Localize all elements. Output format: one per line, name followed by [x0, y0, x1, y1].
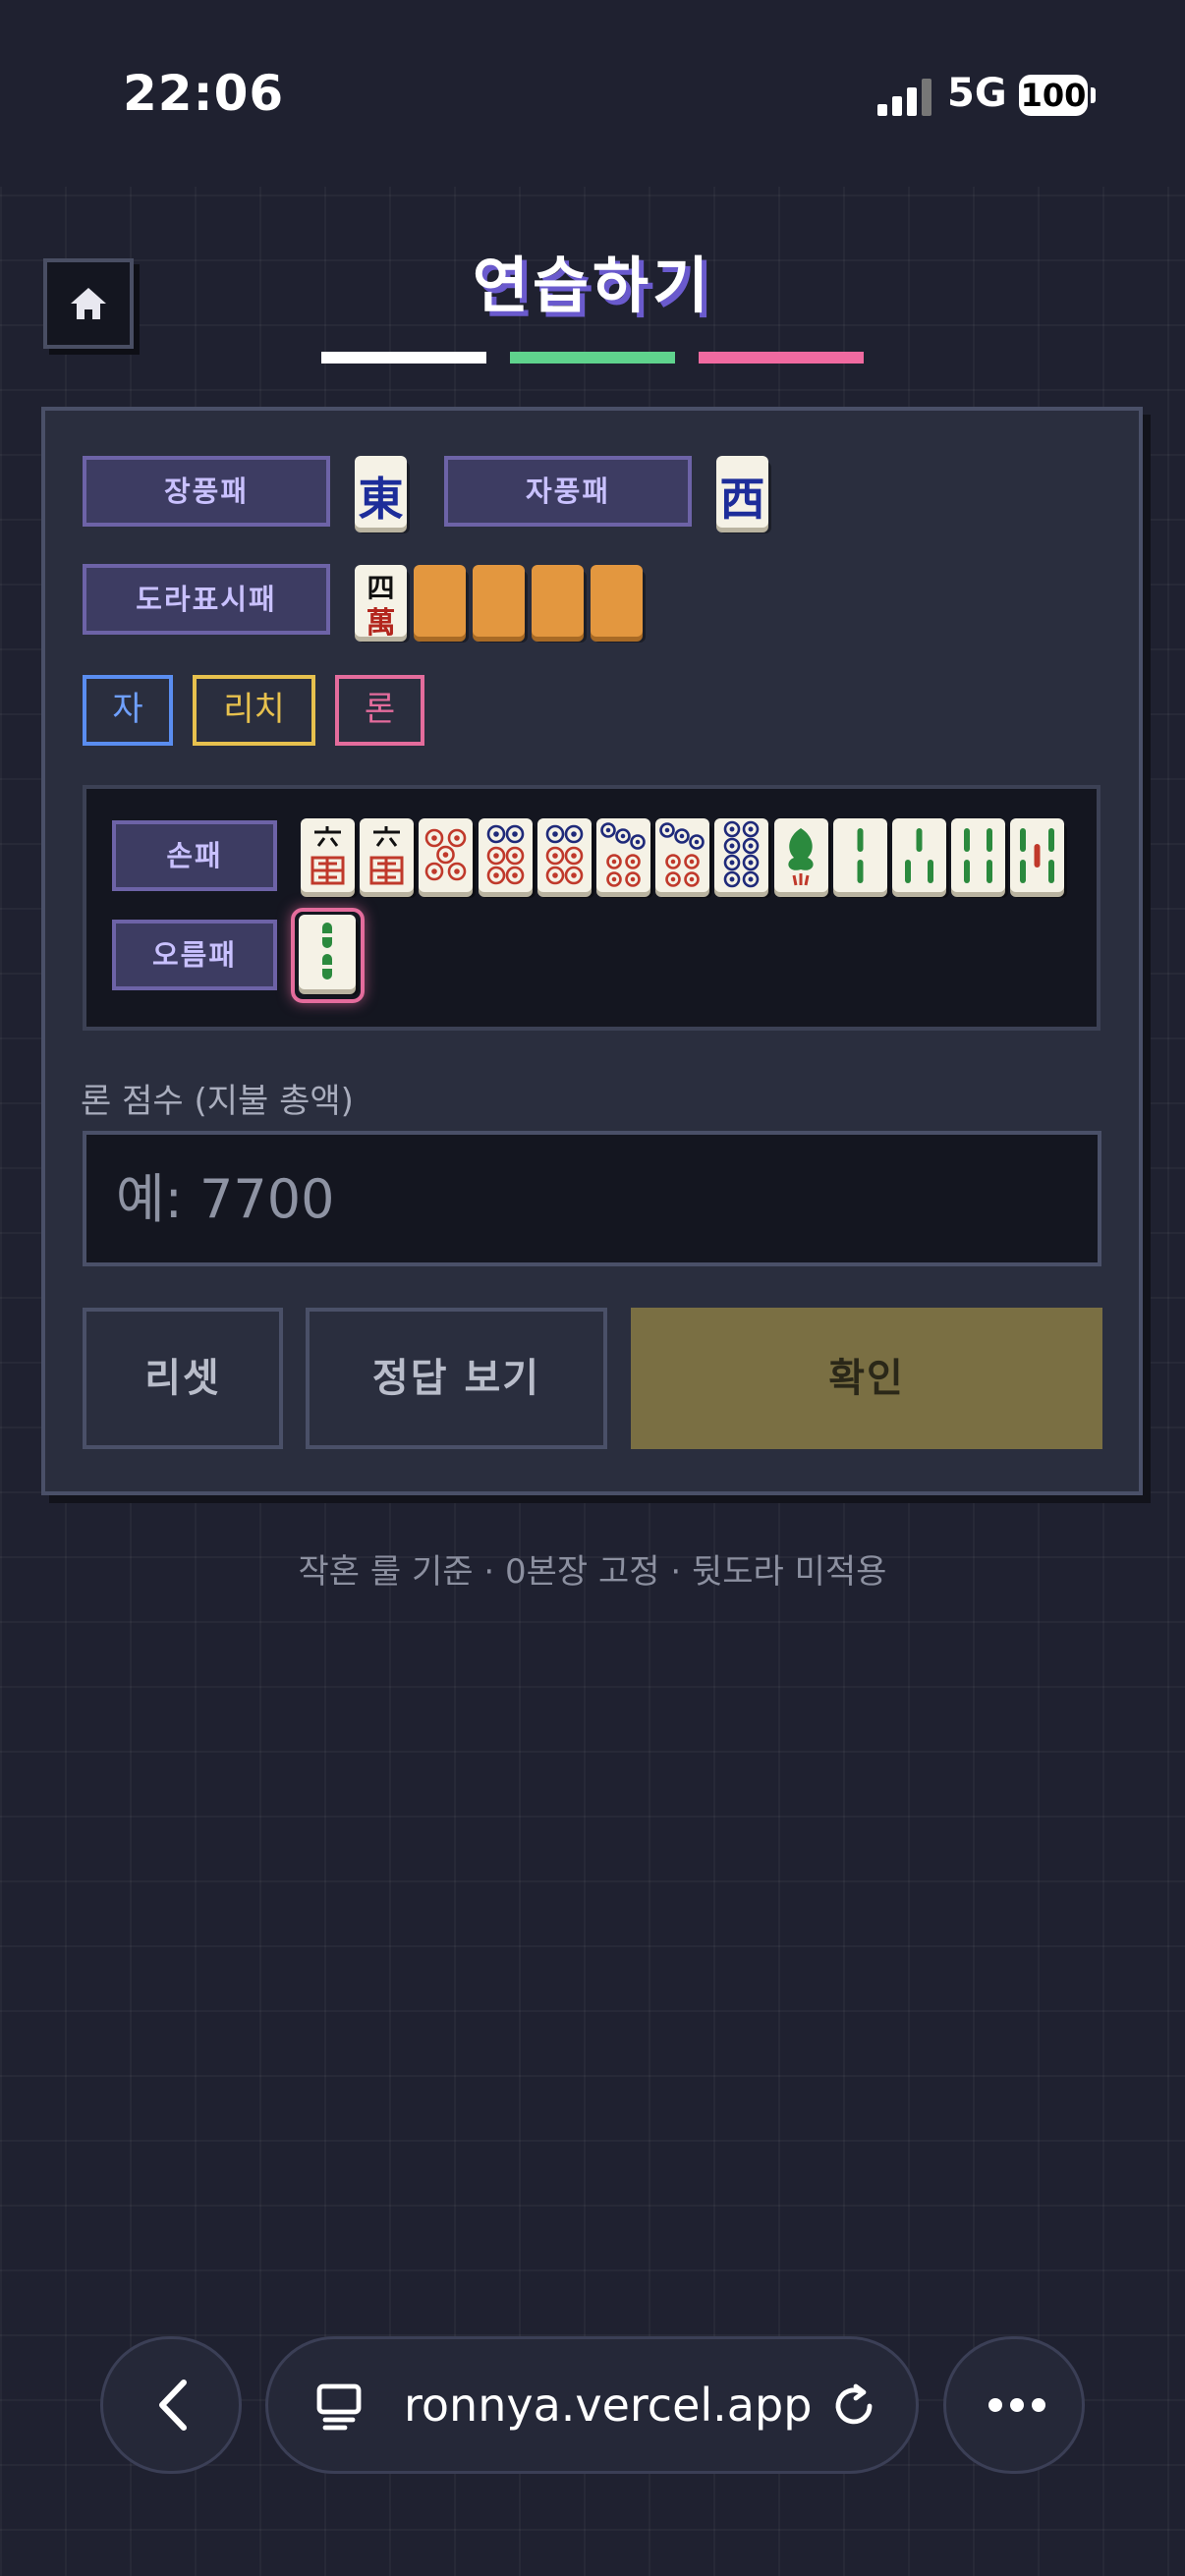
hand-tile[interactable]: [655, 818, 710, 892]
pin8-face-icon: [724, 820, 760, 888]
browser-url-bar[interactable]: ronnya.vercel.app: [265, 2336, 919, 2474]
seat-wind-label: 자풍패: [444, 456, 692, 527]
hand-tile[interactable]: [360, 818, 415, 892]
title-accent-pink: [699, 352, 864, 364]
battery-nub: [1091, 87, 1096, 103]
pin6-face-icon: [545, 824, 584, 885]
hand-tile[interactable]: [951, 818, 1006, 892]
sou4-face-icon: [964, 828, 993, 883]
hand-tile[interactable]: [832, 818, 887, 892]
reset-button[interactable]: 리셋: [83, 1308, 283, 1449]
sou5-face-icon: [1020, 828, 1055, 883]
hand-tile[interactable]: [419, 818, 474, 892]
hand-tile[interactable]: [892, 818, 946, 892]
chevron-left-icon: [159, 2380, 187, 2431]
score-input[interactable]: [83, 1131, 1101, 1266]
reload-icon[interactable]: [828, 2380, 879, 2432]
hand-label: 손패: [112, 820, 277, 891]
hand-tile[interactable]: [596, 818, 650, 892]
round-wind-label: 장풍패: [83, 456, 330, 527]
title-accent-green: [510, 352, 675, 364]
more-icon: [988, 2398, 1045, 2412]
hand-tile[interactable]: [536, 818, 592, 892]
page-title: 연습하기: [472, 250, 713, 321]
hidden-dora-tile[interactable]: [414, 565, 466, 637]
two-bamboo-icon: [322, 923, 332, 980]
hidden-dora-tile[interactable]: [591, 565, 643, 637]
status-time: 22:06: [123, 65, 285, 122]
network-type: 5G: [947, 71, 1007, 116]
pin7-face-icon: [600, 822, 646, 887]
pin7-face-icon: [659, 822, 705, 887]
rules-note: 작혼 룰 기준 · 0본장 고정 · 뒷도라 미적용: [298, 1552, 887, 1592]
sou3-face-icon: [905, 828, 933, 883]
battery-icon: 100: [1019, 75, 1088, 116]
hand-tile[interactable]: [301, 818, 355, 892]
page-tabs-icon: [316, 2383, 362, 2431]
confirm-button[interactable]: 확인: [631, 1308, 1102, 1449]
ron-toggle[interactable]: 론: [335, 675, 424, 746]
hand-tile[interactable]: [478, 818, 533, 892]
self-toggle[interactable]: 자: [83, 675, 173, 746]
score-label: 론 점수 (지불 총액): [81, 1082, 354, 1121]
man6-face-icon: [369, 826, 404, 885]
show-answer-button[interactable]: 정답 보기: [306, 1308, 607, 1449]
browser-url: ronnya.vercel.app: [404, 2379, 813, 2432]
title-accent-white: [321, 352, 486, 364]
hand-tile[interactable]: [773, 818, 828, 892]
browser-back-button[interactable]: [100, 2336, 242, 2474]
dora-indicator-tile[interactable]: 四 萬: [355, 565, 407, 637]
tile-glyph: 西: [719, 473, 765, 526]
winning-tile-label: 오름패: [112, 920, 277, 990]
tile-glyph: 東: [358, 473, 404, 526]
hidden-dora-tile[interactable]: [532, 565, 584, 637]
sou2-face-icon: [857, 828, 864, 883]
man6-face-icon: [310, 826, 345, 885]
dora-indicator-label: 도라표시패: [83, 564, 330, 635]
pin5-face-icon: [425, 828, 467, 881]
sou1-face-icon: [787, 828, 814, 886]
hidden-dora-tile[interactable]: [473, 565, 525, 637]
tile-glyph-suit: 萬: [366, 606, 396, 637]
hand-tile[interactable]: [1010, 818, 1065, 892]
signal-icon: [877, 79, 932, 116]
hand-tile[interactable]: [714, 818, 769, 892]
winning-tile[interactable]: [299, 915, 356, 989]
round-wind-tile[interactable]: 東: [355, 456, 407, 528]
riichi-toggle[interactable]: 리치: [193, 675, 315, 746]
browser-more-button[interactable]: [943, 2336, 1085, 2474]
pin6-face-icon: [486, 824, 524, 885]
seat-wind-tile[interactable]: 西: [716, 456, 768, 528]
